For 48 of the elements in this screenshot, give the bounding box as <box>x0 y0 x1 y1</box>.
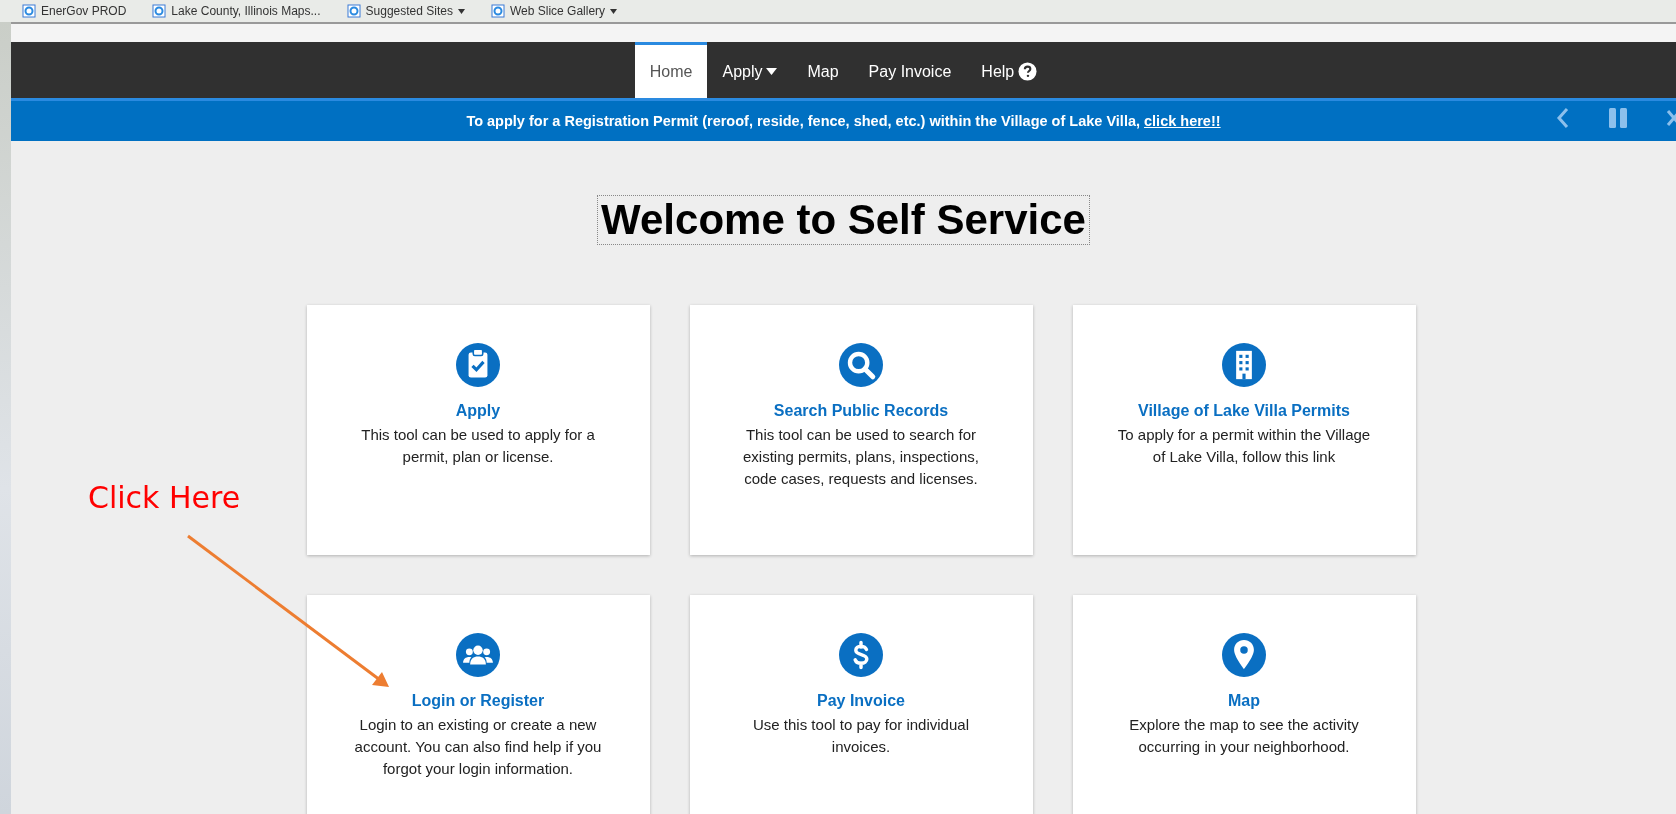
browser-page-icon <box>152 4 167 18</box>
nav-tab[interactable]: Map <box>792 42 854 98</box>
nav-tab[interactable]: Pay Invoice <box>853 42 967 98</box>
nav-tab[interactable]: Apply <box>707 42 793 98</box>
caret-icon[interactable] <box>610 8 618 14</box>
service-card[interactable]: Pay Invoice Use this tool to pay for individual invoices. <box>689 595 1033 814</box>
card-description: Explore the map to see the activity occurring in your neighborhood. <box>1128 715 1360 757</box>
users-icon <box>456 633 500 677</box>
caret-icon <box>766 68 778 75</box>
clipboard-check-icon <box>456 343 500 387</box>
card-description: This tool can be used to search for existing permits, plans, inspections, code cases, requests and licenses. <box>742 425 980 489</box>
service-card[interactable]: Map Explore the map to see the activity occurring in your neighborhood. <box>1072 595 1416 814</box>
card-description: To apply for a permit within the Village of Lake Villa, follow this link <box>1116 425 1372 467</box>
announcement-link[interactable]: click here!! <box>1144 113 1221 129</box>
favorite-link[interactable]: EnerGov PROD <box>41 4 127 18</box>
service-card[interactable]: Apply This tool can be used to apply for a permit, plan or license. <box>306 305 650 555</box>
card-description: This tool can be used to apply for a permit, plan or license. <box>360 425 596 467</box>
card-title-link[interactable]: Apply <box>455 402 501 420</box>
close-icon[interactable] <box>1666 107 1676 129</box>
favorite-link[interactable]: Web Slice Gallery <box>509 4 606 18</box>
browser-page-icon <box>346 4 361 18</box>
card-description: Use this tool to pay for individual invoices. <box>752 715 970 757</box>
card-title-link[interactable]: Map <box>1228 692 1260 710</box>
dollar-icon <box>839 633 883 677</box>
card-description: Login to an existing or create a new account. You can also find help if you forgot your login information. <box>353 715 603 779</box>
page-title: Welcome to Self Service <box>597 195 1090 245</box>
nav-tab[interactable]: Home <box>634 42 708 98</box>
annotation-text: Click Here <box>88 480 241 515</box>
help-icon <box>1018 62 1038 81</box>
favorite-link[interactable]: Suggested Sites <box>365 4 453 18</box>
card-title-link[interactable]: Pay Invoice <box>816 692 905 710</box>
map-pin-icon <box>1222 633 1266 677</box>
announcement-text: To apply for a Registration Permit (reroof, reside, fence, shed, etc.) within the Village of Lake Villa, click here!! <box>465 113 1222 129</box>
browser-page-icon <box>22 4 36 18</box>
browser-page-icon <box>490 4 505 18</box>
nav-tab[interactable]: Help <box>966 42 1053 98</box>
service-card[interactable]: Search Public Records This tool can be used to search for existing permits, plans, inspections, code cases, requests and licenses. <box>689 305 1033 555</box>
favorite-link[interactable]: Lake County, Illinois Maps... <box>171 4 321 18</box>
caret-icon[interactable] <box>457 8 465 14</box>
card-title-link[interactable]: Village of Lake Villa Permits <box>1138 402 1350 420</box>
pause-icon[interactable] <box>1608 107 1628 129</box>
card-title-link[interactable]: Login or Register <box>411 692 545 710</box>
card-title-link[interactable]: Search Public Records <box>773 402 949 420</box>
service-card[interactable]: Login or Register Login to an existing or create a new account. You can also find help if you forgot your login information. <box>306 595 650 814</box>
chevron-left-icon[interactable] <box>1556 107 1570 129</box>
building-icon <box>1222 343 1266 387</box>
search-icon <box>839 343 883 387</box>
service-card[interactable]: Village of Lake Villa Permits To apply for a permit within the Village of Lake Villa, follow this link <box>1072 305 1416 555</box>
